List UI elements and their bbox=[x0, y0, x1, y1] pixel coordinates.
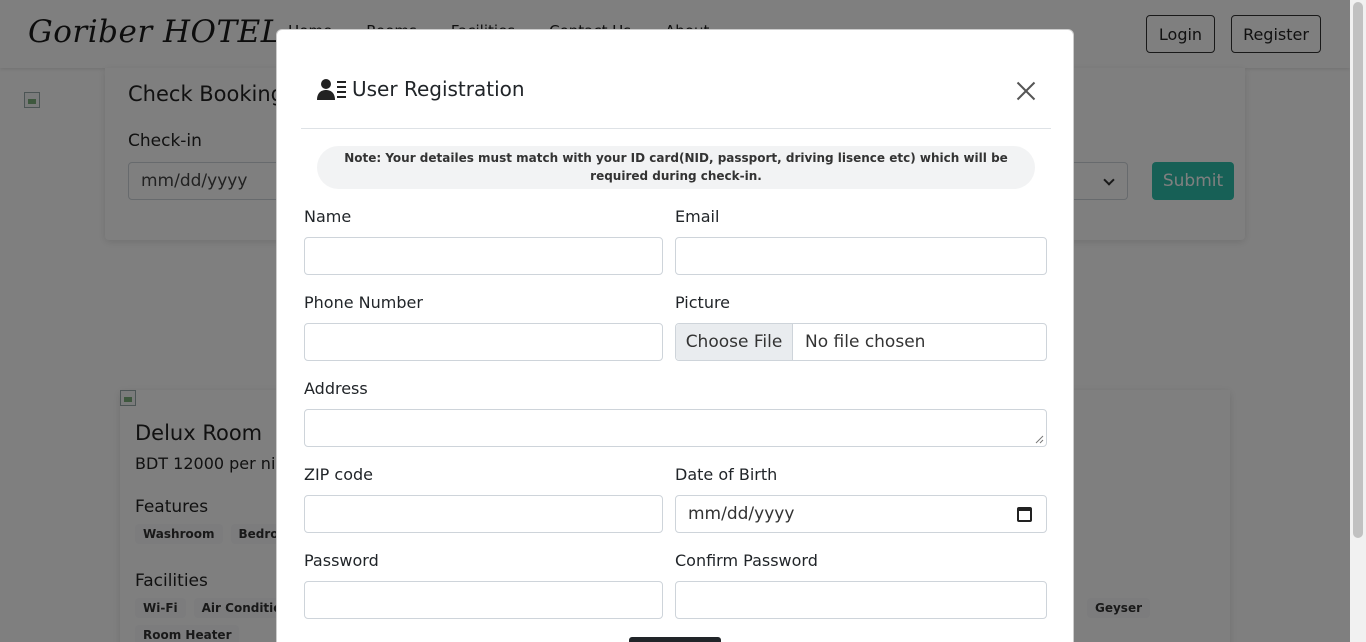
confirm-password-field[interactable] bbox=[675, 581, 1047, 619]
register-submit-button[interactable] bbox=[629, 637, 721, 642]
password-field[interactable] bbox=[304, 581, 663, 619]
confirm-password-label: Confirm Password bbox=[675, 551, 818, 570]
name-field[interactable] bbox=[304, 237, 663, 275]
address-label: Address bbox=[304, 379, 368, 398]
choose-file-button[interactable]: Choose File bbox=[676, 324, 793, 360]
registration-modal: User Registration Note: Your detailes mu… bbox=[276, 29, 1074, 642]
name-label: Name bbox=[304, 207, 352, 226]
dob-label: Date of Birth bbox=[675, 465, 778, 484]
dob-field[interactable]: mm/dd/yyyy bbox=[675, 495, 1047, 533]
scrollbar-thumb[interactable] bbox=[1353, 2, 1363, 538]
email-label: Email bbox=[675, 207, 720, 226]
modal-header: User Registration bbox=[301, 30, 1051, 129]
calendar-icon[interactable] bbox=[1017, 507, 1032, 522]
zip-field[interactable] bbox=[304, 495, 663, 533]
address-textarea[interactable] bbox=[304, 409, 1047, 447]
registration-note: Note: Your detailes must match with your… bbox=[317, 146, 1035, 189]
close-icon[interactable] bbox=[1015, 80, 1037, 102]
email-field[interactable] bbox=[675, 237, 1047, 275]
user-list-icon bbox=[317, 79, 346, 100]
password-label: Password bbox=[304, 551, 379, 570]
zip-label: ZIP code bbox=[304, 465, 373, 484]
resize-grip-icon[interactable] bbox=[1035, 435, 1044, 444]
picture-label: Picture bbox=[675, 293, 731, 312]
phone-field[interactable] bbox=[304, 323, 663, 361]
page-scrollbar[interactable] bbox=[1350, 0, 1366, 642]
modal-title: User Registration bbox=[352, 77, 525, 101]
phone-label: Phone Number bbox=[304, 293, 423, 312]
picture-file-input[interactable]: Choose File No file chosen bbox=[675, 323, 1047, 361]
dob-placeholder: mm/dd/yyyy bbox=[688, 504, 795, 524]
file-status: No file chosen bbox=[805, 332, 926, 352]
